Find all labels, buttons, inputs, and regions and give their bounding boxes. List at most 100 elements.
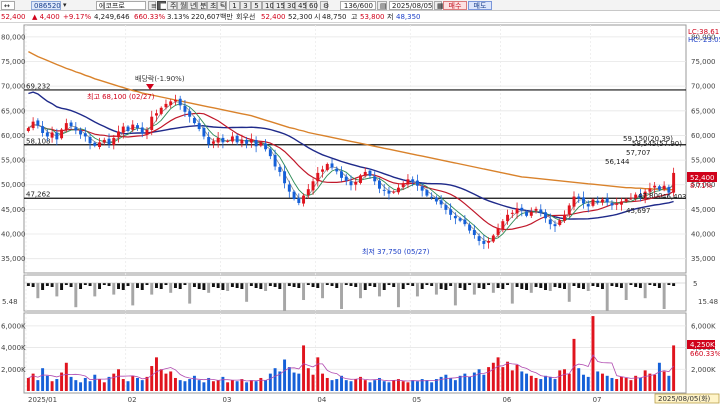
indicator-bar xyxy=(377,283,381,297)
candle-body xyxy=(506,214,510,222)
indicator-bar xyxy=(136,283,139,288)
change: ▲ 4,400 xyxy=(32,13,60,21)
indicator-bar xyxy=(159,283,163,289)
chart-toolbar: ↔ 086520 ▾ 에코프로 ≡ ■ ⚙ 136/600 ▤ 2025/08/… xyxy=(0,0,720,11)
candle-body xyxy=(287,184,291,192)
indicator-bar xyxy=(192,283,196,287)
volume-bar xyxy=(349,381,353,391)
candle-body xyxy=(458,218,462,221)
volume-bar xyxy=(558,370,562,391)
period-tab[interactable]: 년 xyxy=(187,1,197,10)
period-tab[interactable]: 틱 xyxy=(217,1,227,10)
settings-icon[interactable]: ⚙ xyxy=(320,1,329,10)
date-field[interactable]: 2025/08/05 xyxy=(389,1,433,10)
search-icon[interactable]: ▾ xyxy=(63,1,71,10)
indicator-bar xyxy=(26,283,30,286)
candle-body xyxy=(340,171,343,178)
sell-button[interactable]: 매도 xyxy=(468,1,492,10)
indicator-bar xyxy=(525,283,529,290)
indicator-bar xyxy=(482,283,486,289)
indicator-bar xyxy=(392,283,396,287)
candle-body xyxy=(354,181,358,185)
period-tab[interactable]: 주 xyxy=(167,1,177,10)
volume-bar xyxy=(150,366,154,391)
candle-body xyxy=(501,221,505,230)
candle-body xyxy=(653,185,657,188)
volume-bar xyxy=(74,380,78,391)
volume-bar xyxy=(506,361,510,391)
indicator-bar xyxy=(657,283,661,288)
candle-body xyxy=(596,200,600,203)
annotation-d: 56,144 xyxy=(605,158,630,166)
volume-bar xyxy=(629,380,633,391)
annotation-c: 57,707 xyxy=(626,149,651,157)
candle-body xyxy=(268,149,272,157)
interval-tab[interactable]: 30 xyxy=(284,1,296,10)
volume-bar xyxy=(50,381,54,391)
indicator-bar xyxy=(638,283,642,288)
indicator-bar xyxy=(278,283,282,289)
candle-body xyxy=(591,199,595,206)
buy-button[interactable]: 매수 xyxy=(443,1,467,10)
indicator-bar xyxy=(107,283,111,286)
open-value: 52,400 xyxy=(261,13,286,21)
volume-bar xyxy=(302,345,306,391)
period-tab[interactable]: 분 xyxy=(197,1,207,10)
candle-body xyxy=(36,120,40,126)
interval-tab[interactable]: 5 xyxy=(251,1,262,10)
candle-body xyxy=(140,127,144,134)
stock-code-input[interactable]: 086520 xyxy=(31,1,61,10)
interval-tab[interactable]: 60 xyxy=(306,1,318,10)
candle-body xyxy=(610,203,614,206)
indicator-bar xyxy=(283,283,287,311)
indicator-bar xyxy=(36,283,40,299)
market-selector[interactable]: ↔ xyxy=(1,1,15,10)
volume-bar xyxy=(582,374,585,391)
indicator-bar xyxy=(619,283,623,288)
indicator-bar xyxy=(572,283,576,286)
volume-bar xyxy=(330,380,334,391)
interval-tab[interactable]: 15 xyxy=(273,1,285,10)
stock-chart[interactable]: 69,232 58,108 47,262 5.48 15.48 5 6,000K 6,00… xyxy=(0,24,720,404)
candle-body xyxy=(411,179,415,182)
list-icon[interactable]: ≡ xyxy=(148,1,157,10)
stock-name-field[interactable]: 에코프로 xyxy=(96,1,146,10)
interval-tab[interactable]: 45 xyxy=(295,1,307,10)
candle-body xyxy=(60,129,64,139)
indicator-bar xyxy=(126,283,130,286)
indicator-bar xyxy=(415,283,419,297)
interval-tab[interactable]: 1 xyxy=(229,1,240,10)
price-tick-label-right: 55,000 xyxy=(691,157,716,165)
interval-tab[interactable]: 3 xyxy=(240,1,251,10)
volume-bar xyxy=(624,377,628,391)
period-tab[interactable]: 초 xyxy=(207,1,217,10)
volume-bar xyxy=(667,375,671,391)
indicator-bar xyxy=(553,283,557,287)
candle-body xyxy=(629,197,633,199)
indicator-bar xyxy=(359,283,362,299)
indicator-bar xyxy=(577,283,581,288)
indicator-bar xyxy=(491,283,495,293)
interval-tab[interactable]: 10 xyxy=(262,1,274,10)
period-tab[interactable]: 월 xyxy=(177,1,187,10)
daily-period-button[interactable]: ■ xyxy=(157,1,167,10)
high-annotation: 최고 68,100 (02/27) xyxy=(87,92,155,101)
market-label: ↔ xyxy=(4,2,10,10)
corner-lc: LC:38.61 xyxy=(688,28,719,36)
chart-type-icon[interactable]: ▤ xyxy=(377,1,387,10)
view-count-field[interactable]: 136/600 xyxy=(340,1,376,10)
volume-bar xyxy=(406,382,410,391)
volume-bar xyxy=(316,357,320,391)
candle-body xyxy=(525,211,529,216)
candle-body xyxy=(254,139,258,147)
candle-body xyxy=(510,212,514,214)
candle-body xyxy=(553,224,557,227)
volume-bar xyxy=(586,376,590,391)
volume-bar xyxy=(425,380,429,391)
indicator-bar xyxy=(169,283,173,293)
volume-bar xyxy=(662,371,666,391)
date-value: 2025/08/05 xyxy=(392,2,433,10)
calendar-icon[interactable]: ▦ xyxy=(434,1,444,10)
volume-bar xyxy=(487,367,491,391)
candle-body xyxy=(548,219,552,225)
